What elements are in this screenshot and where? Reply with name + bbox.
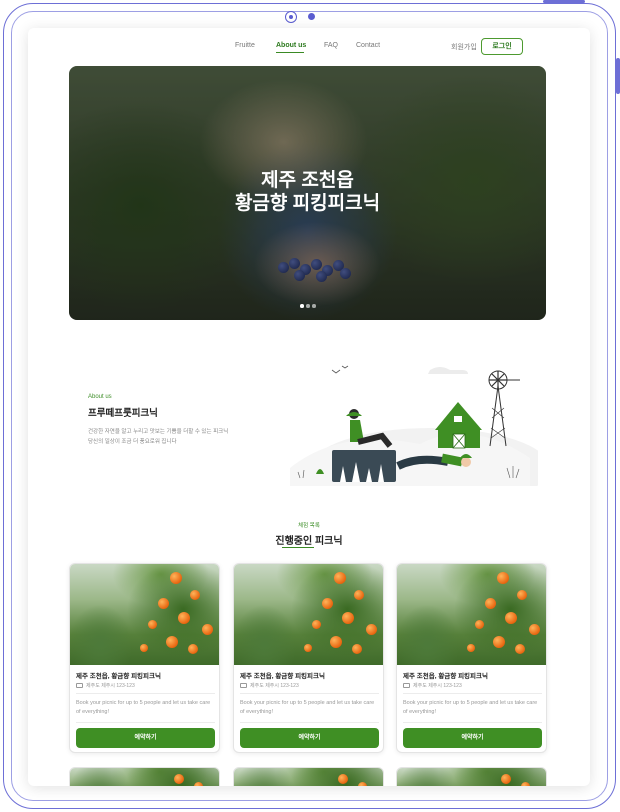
signup-link[interactable]: 회원가입 — [451, 42, 477, 52]
picnic-illustration — [290, 365, 538, 486]
orange-orchard-image — [70, 564, 219, 665]
camera-icon — [285, 11, 297, 23]
nav-link-contact[interactable]: Contact — [356, 42, 380, 49]
login-button[interactable]: 로그인 — [481, 38, 523, 55]
hero-dot-2[interactable] — [306, 304, 310, 308]
section-kicker: 체험 목록 — [298, 523, 320, 529]
sensor-dot — [308, 13, 315, 20]
map-icon — [403, 683, 410, 688]
card-location: 제주도 제주시 123-123 — [76, 682, 135, 689]
card-description: Book your picnic for up to 5 people and … — [76, 700, 211, 715]
about-kicker: About us — [88, 394, 112, 400]
about-desc-line2: 당신의 일상이 조금 더 풍요로워 집니다 — [88, 439, 177, 445]
about-title: 프루떼프룻피크닉 — [88, 408, 158, 419]
picnic-card-partial[interactable] — [396, 767, 547, 786]
device-side-button — [616, 58, 620, 94]
card-location: 제주도 제주시 123-123 — [403, 682, 462, 689]
divider — [240, 693, 379, 694]
reserve-button[interactable]: 예약하기 — [403, 728, 542, 748]
nav-active-underline — [276, 52, 304, 53]
reserve-button[interactable]: 예약하기 — [240, 728, 379, 748]
card-title: 제주 조천읍, 황금향 피킹피크닉 — [240, 673, 325, 680]
picnic-card[interactable]: 제주 조천읍, 황금향 피킹피크닉 제주도 제주시 123-123 Book y… — [396, 563, 547, 753]
about-desc-line1: 건강한 자연을 알고 누리고 맛보는 기쁨을 더할 수 있는 피크닉 — [88, 429, 229, 435]
card-location: 제주도 제주시 123-123 — [240, 682, 299, 689]
nav-link-fruitte[interactable]: Fruitte — [235, 42, 255, 49]
divider — [76, 693, 215, 694]
top-nav: Fruitte About us FAQ Contact 회원가입 로그인 — [28, 38, 590, 56]
card-title: 제주 조천읍, 황금향 피킹피크닉 — [403, 673, 488, 680]
nav-link-faq[interactable]: FAQ — [324, 42, 338, 49]
orange-orchard-image — [397, 564, 546, 665]
device-top-button — [543, 0, 585, 3]
divider — [76, 722, 215, 723]
hero-pagination — [298, 304, 318, 308]
divider — [403, 722, 542, 723]
orange-orchard-image — [234, 564, 383, 665]
map-icon — [76, 683, 83, 688]
reserve-button[interactable]: 예약하기 — [76, 728, 215, 748]
picnic-card-partial[interactable] — [69, 767, 220, 786]
section-title: 진행중인 피크닉 — [275, 536, 343, 547]
screen: Fruitte About us FAQ Contact 회원가입 로그인 제주… — [28, 28, 590, 786]
hero-banner[interactable]: 제주 조천읍 황금향 피킹피크닉 — [69, 66, 546, 320]
hero-dot-3[interactable] — [312, 304, 316, 308]
about-description: 건강한 자연을 알고 누리고 맛보는 기쁨을 더할 수 있는 피크닉 당신의 일… — [88, 427, 263, 447]
section-underline — [282, 547, 314, 548]
divider — [403, 693, 542, 694]
map-icon — [240, 683, 247, 688]
hero-dot-1[interactable] — [300, 304, 304, 308]
hero-title-line1: 제주 조천읍 — [261, 170, 354, 191]
divider — [240, 722, 379, 723]
card-title: 제주 조천읍, 황금향 피킹피크닉 — [76, 673, 161, 680]
picnic-card[interactable]: 제주 조천읍, 황금향 피킹피크닉 제주도 제주시 123-123 Book y… — [69, 563, 220, 753]
card-description: Book your picnic for up to 5 people and … — [403, 700, 538, 715]
card-description: Book your picnic for up to 5 people and … — [240, 700, 375, 715]
picnic-card-partial[interactable] — [233, 767, 384, 786]
hero-title-line2: 황금향 피킹피크닉 — [234, 193, 381, 214]
picnic-card[interactable]: 제주 조천읍, 황금향 피킹피크닉 제주도 제주시 123-123 Book y… — [233, 563, 384, 753]
nav-link-about-us[interactable]: About us — [276, 42, 306, 49]
